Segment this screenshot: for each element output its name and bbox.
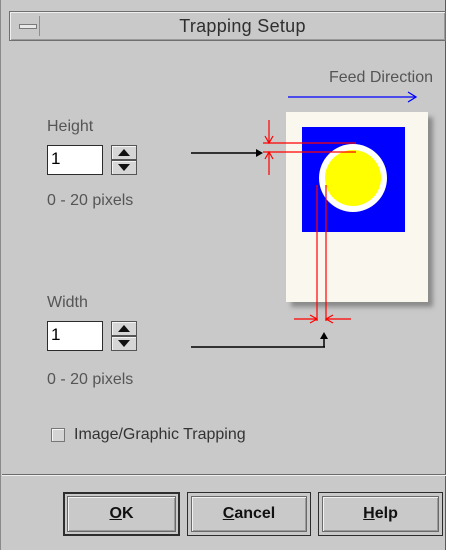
trapping-setup-dialog: Trapping Setup Height 1 0 - 20 pixels Wi… — [0, 0, 446, 550]
ok-button[interactable]: OK — [67, 496, 176, 532]
trapping-diagram: Feed Direction — [191, 69, 433, 348]
cancel-button[interactable]: Cancel — [191, 496, 307, 532]
ok-button-frame: OK — [63, 492, 180, 536]
image-graphic-trapping-label[interactable]: Image/Graphic Trapping — [74, 426, 246, 444]
cancel-button-frame: Cancel — [187, 492, 311, 536]
help-mnemonic: H — [363, 505, 375, 522]
cancel-label-rest: ancel — [234, 505, 276, 522]
feed-direction-label: Feed Direction — [329, 69, 433, 86]
feed-direction-arrow — [288, 91, 418, 103]
cancel-mnemonic: C — [222, 505, 235, 522]
button-separator — [2, 474, 446, 476]
ok-mnemonic: O — [109, 505, 122, 522]
help-button[interactable]: Help — [322, 496, 439, 532]
yellow-circle — [325, 150, 381, 206]
height-pointer-arrow — [191, 149, 263, 157]
image-graphic-trapping-checkbox[interactable] — [51, 428, 65, 442]
help-button-frame: Help — [318, 492, 443, 536]
ok-label-rest: K — [121, 505, 134, 522]
width-pointer-arrow — [191, 332, 328, 348]
help-label-rest: elp — [374, 505, 398, 522]
